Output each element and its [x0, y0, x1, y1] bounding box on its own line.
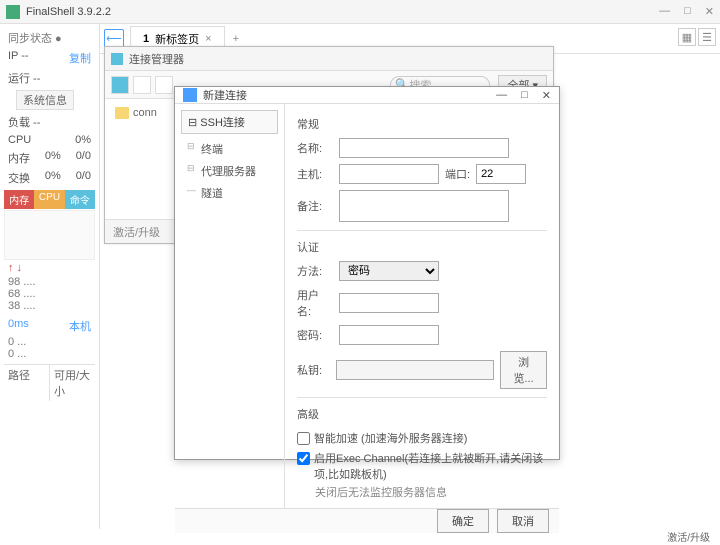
sidebar: 同步状态 ● IP -- 复制 运行 -- 系统信息 负载 -- CPU 0% 内存… [0, 24, 100, 529]
tab-cmd[interactable]: 命令 [65, 190, 95, 209]
zero-line: 0 ... [8, 336, 91, 348]
cancel-button[interactable]: 取消 [497, 509, 549, 533]
tab-add-button[interactable]: + [225, 33, 247, 45]
tab-number: 1 [143, 33, 149, 45]
connection-item[interactable]: conn [109, 103, 169, 123]
exec-note: 关闭后无法监控服务器信息 [297, 484, 547, 500]
sysinfo-button[interactable]: 系统信息 [16, 90, 74, 110]
resource-chart [4, 210, 95, 260]
tab-cpu[interactable]: CPU [34, 190, 64, 209]
password-input[interactable] [339, 325, 439, 345]
copy-link[interactable]: 复制 [69, 50, 91, 66]
key-label: 私钥: [297, 362, 330, 378]
mem-value: 0% [45, 150, 61, 166]
list-view-icon[interactable]: ☰ [698, 28, 716, 46]
cpu-label: CPU [8, 134, 31, 146]
local-label: 本机 [69, 318, 91, 334]
method-label: 方法: [297, 263, 333, 279]
tree-item-proxy[interactable]: 代理服务器 [181, 160, 278, 182]
minimize-button[interactable]: — [659, 5, 670, 18]
dialog-minimize[interactable]: — [496, 89, 507, 102]
toolbar-btn-1[interactable] [111, 76, 129, 94]
toolbar-btn-2[interactable] [133, 76, 151, 94]
port-label: 端口: [445, 166, 470, 182]
ip-label: IP -- [8, 50, 29, 66]
mem-extra: 0/0 [76, 150, 91, 166]
dialog-close[interactable]: ✕ [542, 89, 551, 102]
port-input[interactable] [476, 164, 526, 184]
host-input[interactable] [339, 164, 439, 184]
ok-button[interactable]: 确定 [437, 509, 489, 533]
sync-status: 同步状态 ● [4, 28, 95, 48]
browse-button: 浏览... [500, 351, 547, 389]
section-general: 常规 [297, 116, 547, 132]
close-button[interactable]: ✕ [705, 5, 714, 18]
stat-line: 38 .... [8, 300, 91, 312]
dialog-icon [183, 88, 197, 102]
name-input[interactable] [339, 138, 509, 158]
tab-label: 新标签页 [155, 31, 199, 47]
username-input[interactable] [339, 293, 439, 313]
host-label: 主机: [297, 166, 333, 182]
pass-label: 密码: [297, 327, 333, 343]
user-label: 用户名: [297, 287, 333, 319]
connection-type-tree: ⊟ SSH连接 终端 代理服务器 隧道 [175, 104, 285, 508]
size-tab[interactable]: 可用/大小 [49, 365, 95, 401]
exec-checkbox[interactable] [297, 452, 310, 465]
exec-label: 启用Exec Channel(若连接上就被断开,请关闭该项,比如跳板机) [314, 450, 547, 482]
app-icon [6, 5, 20, 19]
dialog-title: 新建连接 [203, 87, 496, 103]
mem-label: 内存 [8, 150, 30, 166]
activate-link[interactable]: 激活/升级 [657, 529, 720, 545]
cpu-value: 0% [75, 134, 91, 146]
load-label: 负载 -- [8, 114, 40, 130]
maximize-button[interactable]: □ [684, 5, 691, 18]
swap-label: 交换 [8, 170, 30, 186]
path-tab[interactable]: 路径 [4, 365, 49, 401]
method-select[interactable]: 密码 [339, 261, 439, 281]
zero-line: 0 ... [8, 348, 91, 360]
dialog-maximize[interactable]: □ [521, 89, 528, 102]
section-advanced: 高级 [297, 406, 547, 422]
conn-item-label: conn [133, 107, 157, 119]
stat-line: 68 .... [8, 288, 91, 300]
stat-line: 98 .... [8, 276, 91, 288]
grid-view-icon[interactable]: ▦ [678, 28, 696, 46]
tree-item-tunnel[interactable]: 隧道 [181, 182, 278, 204]
app-title: FinalShell 3.9.2.2 [26, 6, 659, 18]
remark-input[interactable] [339, 190, 509, 222]
section-auth: 认证 [297, 239, 547, 255]
privatekey-input [336, 360, 494, 380]
tab-close-icon[interactable]: × [205, 33, 211, 45]
accel-checkbox[interactable] [297, 432, 310, 445]
name-label: 名称: [297, 140, 333, 156]
run-label: 运行 -- [8, 70, 40, 86]
swap-value: 0% [45, 170, 61, 186]
accel-label: 智能加速 (加速海外服务器连接) [314, 430, 467, 446]
toolbar-btn-3[interactable] [155, 76, 173, 94]
cm-activate-link[interactable]: 激活/升级 [113, 224, 160, 240]
tree-item-terminal[interactable]: 终端 [181, 138, 278, 160]
latency: 0ms [8, 318, 29, 334]
folder-icon [115, 107, 129, 119]
tree-root-ssh[interactable]: ⊟ SSH连接 [181, 110, 278, 134]
conn-mgr-title: 连接管理器 [129, 51, 547, 67]
arrows-icon: ↑ ↓ [4, 260, 95, 276]
tab-memory[interactable]: 内存 [4, 190, 34, 209]
swap-extra: 0/0 [76, 170, 91, 186]
conn-mgr-icon [111, 53, 123, 65]
new-connection-dialog: 新建连接 — □ ✕ ⊟ SSH连接 终端 代理服务器 隧道 常规 名称: 主机… [174, 86, 560, 460]
remark-label: 备注: [297, 198, 333, 214]
